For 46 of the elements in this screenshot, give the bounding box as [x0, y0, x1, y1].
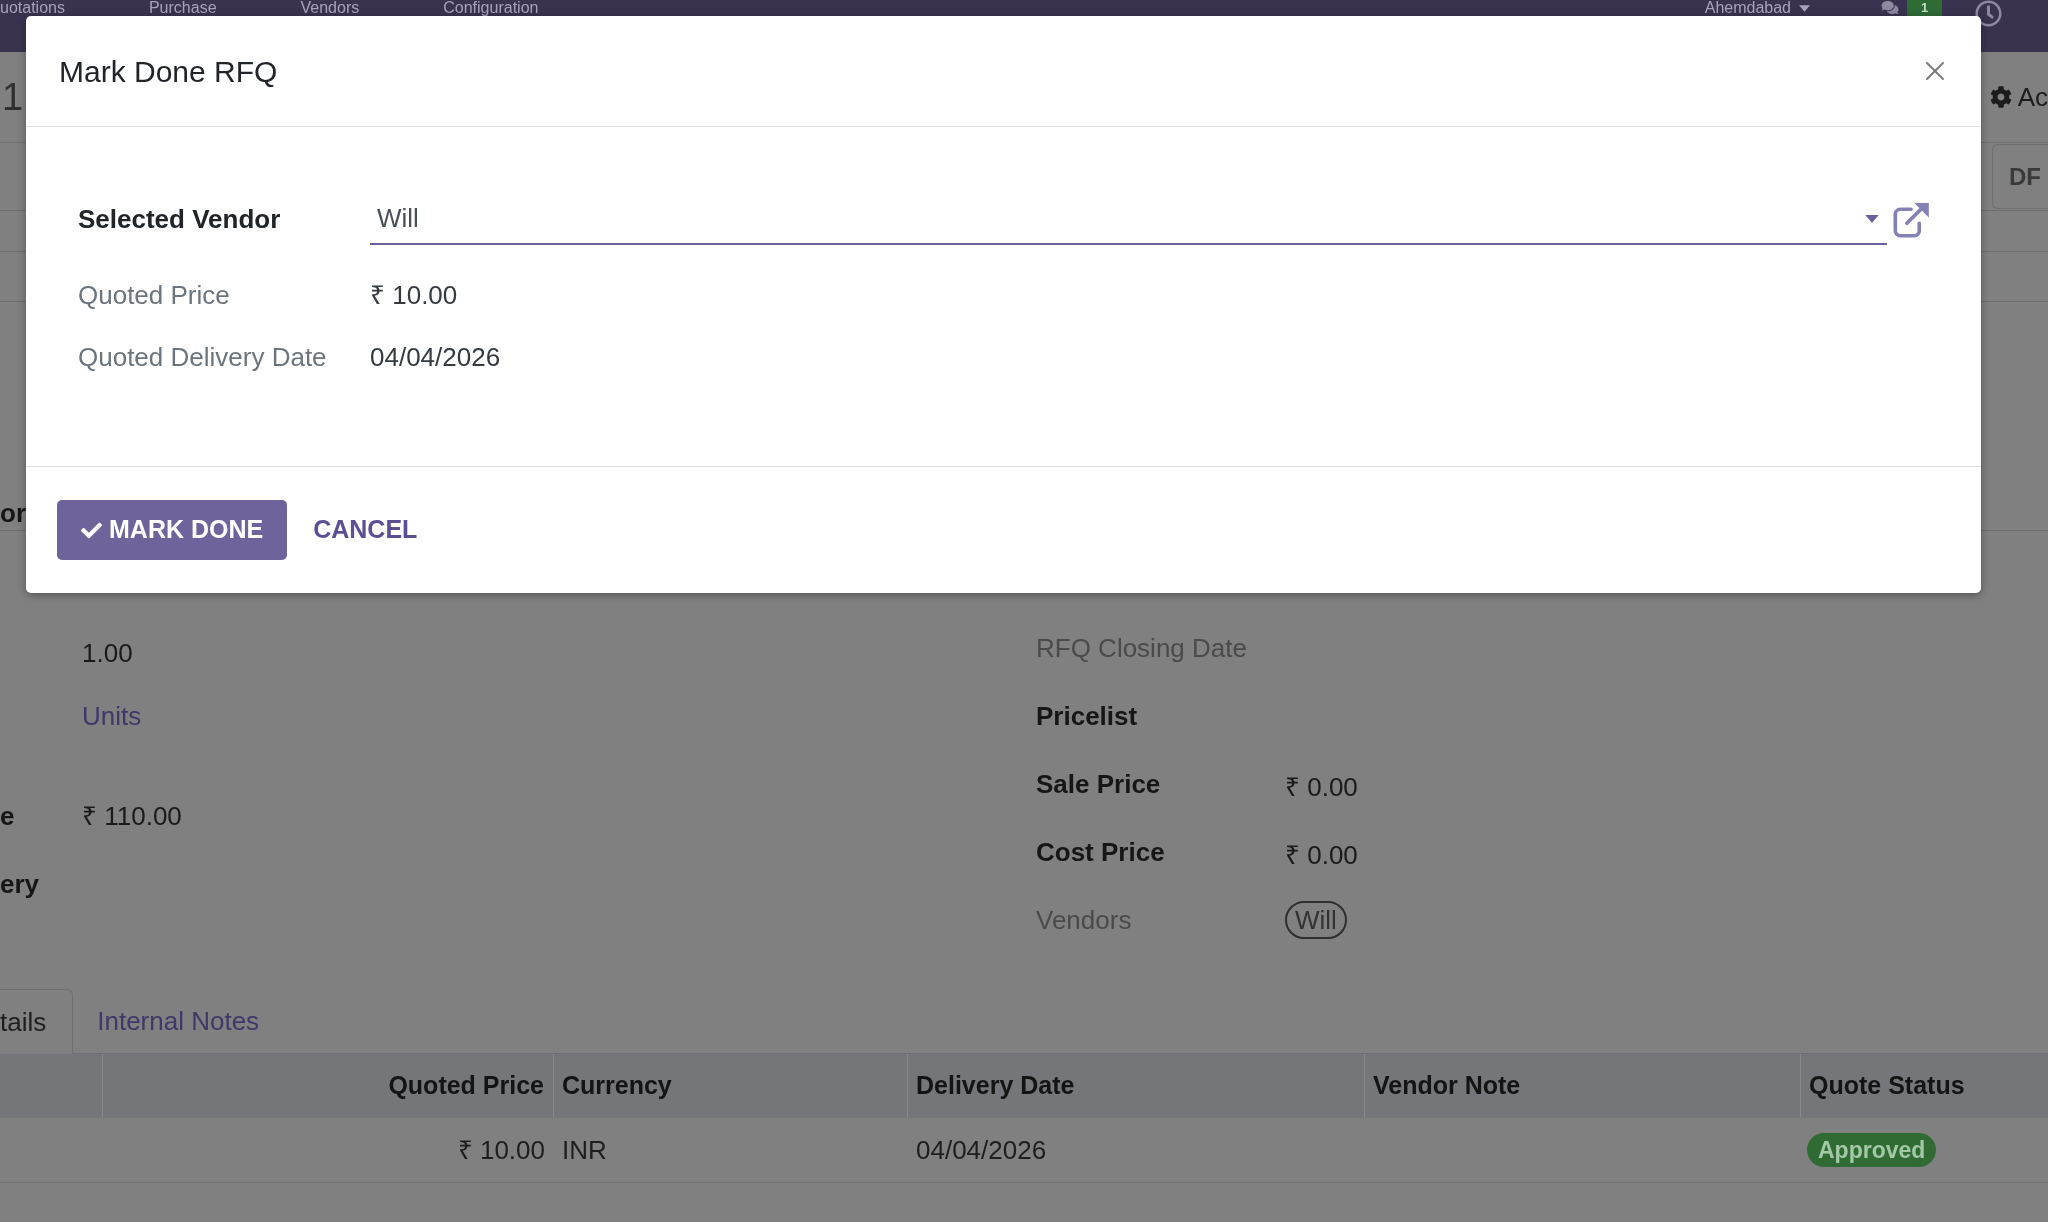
tab[interactable]: Internal Notes [73, 989, 284, 1053]
gear-icon [1989, 86, 2012, 108]
unit-link[interactable]: Units [82, 697, 142, 736]
mark-done-button[interactable]: MARK DONE [57, 500, 288, 560]
column-header: Delivery Date [908, 1054, 1365, 1118]
status-badge: Approved [1807, 1133, 1937, 1167]
column-header: Vendor Note [1365, 1054, 1801, 1118]
chat-icon[interactable] [1880, 0, 1900, 15]
caret-icon [1865, 214, 1879, 223]
field-label: e [0, 801, 15, 831]
menu-item[interactable]: uotations [0, 0, 65, 16]
vendor-tag[interactable]: Will [1285, 901, 1347, 939]
field-value: ₹ 0.00 [1285, 838, 1358, 872]
clock-icon[interactable] [1975, 0, 2002, 27]
field-label: Sale Price [1036, 768, 1161, 799]
status-button[interactable]: DF [1992, 144, 2048, 209]
table-cell-text: 04/04/2026 [916, 1133, 1047, 1167]
table-cell-text: ₹ 10.00 [457, 1133, 545, 1167]
dialog-title: Mark Done RFQ [59, 53, 278, 90]
field-label: Pricelist [1036, 700, 1138, 731]
field-label: Cost Price [1036, 836, 1165, 867]
column-header: Quote Status [1808, 1070, 1966, 1102]
field-value: ₹ 110.00 [82, 800, 182, 833]
external-link-icon[interactable] [1891, 200, 1931, 239]
field-value: ₹ 10.00 [370, 278, 458, 312]
field-label: Selected Vendor [78, 203, 282, 236]
field-value: 04/04/2026 [370, 340, 501, 374]
column-header: Currency [554, 1054, 908, 1118]
cancel-button[interactable]: CANCEL [313, 500, 418, 560]
record-title: 1 [1, 78, 24, 116]
table-cell-text: INR [562, 1133, 607, 1167]
menu-item[interactable]: Configuration [443, 0, 539, 16]
menu-item[interactable]: Vendors [300, 0, 360, 16]
column-header: Quoted Price [103, 1054, 554, 1118]
field-label: Quoted Price [78, 278, 231, 312]
message-count-badge: 1 [1907, 0, 1942, 16]
field-label: or [0, 500, 26, 526]
field-label: Quoted Delivery Date [78, 340, 328, 374]
action-button[interactable]: Ac [1989, 77, 2048, 117]
tab[interactable]: tails [0, 989, 74, 1054]
company-switcher[interactable]: Ahemdabad [1704, 0, 1810, 16]
field-value: 1.00 [82, 637, 133, 670]
vendor-select[interactable]: Will [370, 194, 1887, 245]
caret-icon [1799, 4, 1810, 12]
field-value: ₹ 0.00 [1285, 770, 1358, 804]
menu-item[interactable]: Purchase [148, 0, 217, 16]
